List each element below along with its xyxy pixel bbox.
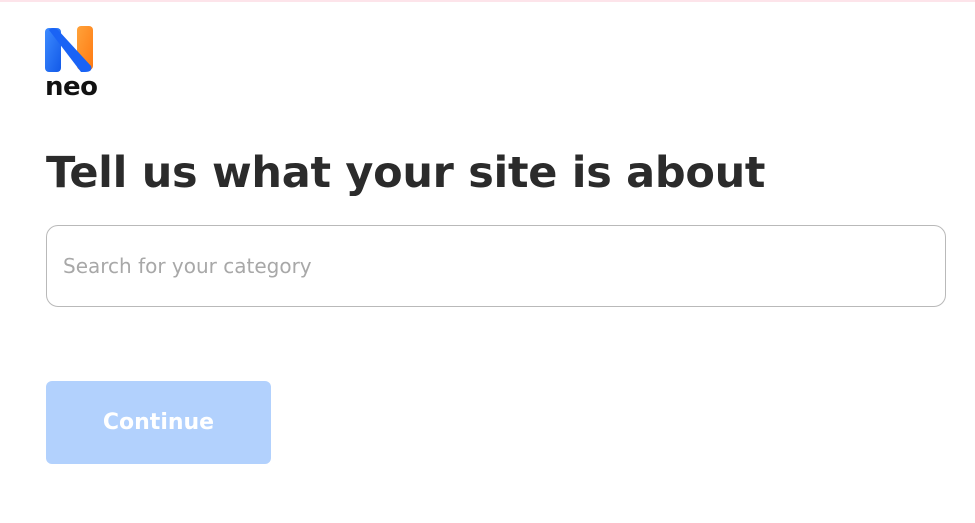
continue-button[interactable]: Continue	[46, 381, 271, 464]
page-title: Tell us what your site is about	[46, 148, 766, 198]
neo-logo-icon	[45, 26, 93, 72]
category-search-input[interactable]	[46, 225, 946, 307]
brand-name: neo	[45, 72, 98, 102]
top-border	[0, 0, 975, 2]
brand-logo: neo	[45, 26, 101, 102]
